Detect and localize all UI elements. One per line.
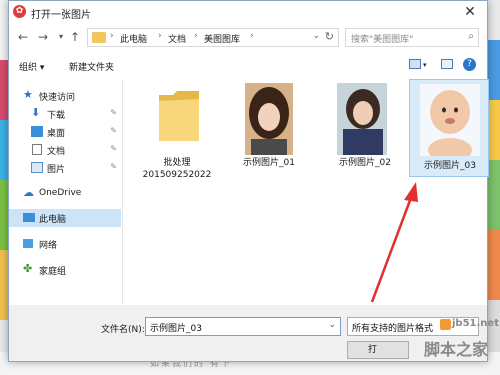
- watermark-site: jb51.net: [452, 318, 499, 329]
- watermark-brand: 脚本之家: [424, 340, 489, 359]
- watermark-logo-icon: [440, 319, 451, 330]
- annotation-arrow: [370, 182, 418, 303]
